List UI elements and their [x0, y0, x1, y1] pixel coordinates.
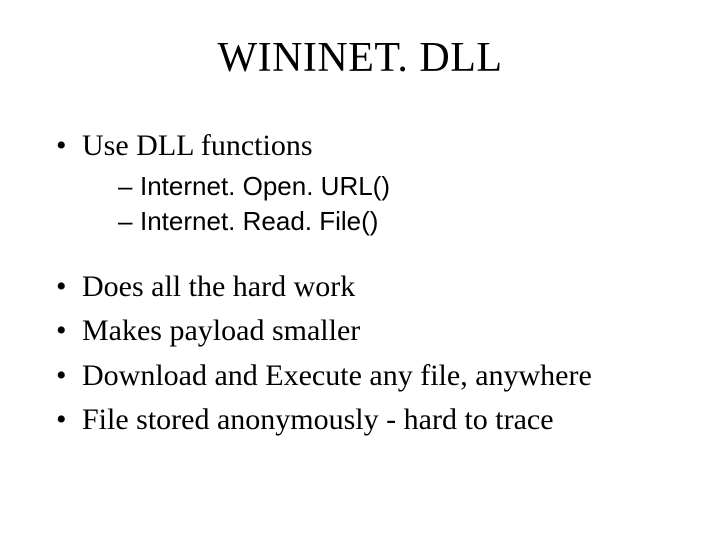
bullet-text: Makes payload smaller — [82, 314, 360, 347]
bullet-text: Download and Execute any file, anywhere — [82, 359, 592, 392]
bullet-item: Download and Execute any file, anywhere — [54, 356, 666, 397]
bullet-text: File stored anonymously - hard to trace — [82, 403, 554, 436]
sub-bullet-item: Internet. Open. URL() — [118, 169, 666, 204]
slide: WININET. DLL Use DLL functions Internet.… — [0, 0, 720, 540]
bullet-item: Does all the hard work — [54, 267, 666, 308]
bullet-item: File stored anonymously - hard to trace — [54, 400, 666, 441]
bullet-text: Does all the hard work — [82, 270, 355, 303]
bullet-item: Use DLL functions Internet. Open. URL() … — [54, 126, 666, 239]
sub-bullet-text: Internet. Open. URL() — [140, 171, 390, 201]
bullet-text: Use DLL functions — [82, 129, 313, 162]
sub-bullet-list: Internet. Open. URL() Internet. Read. Fi… — [82, 169, 666, 239]
bullet-item: Makes payload smaller — [54, 311, 666, 352]
bullet-list: Use DLL functions Internet. Open. URL() … — [54, 126, 666, 441]
sub-bullet-text: Internet. Read. File() — [140, 206, 378, 236]
sub-bullet-item: Internet. Read. File() — [118, 204, 666, 239]
slide-title: WININET. DLL — [54, 34, 666, 82]
